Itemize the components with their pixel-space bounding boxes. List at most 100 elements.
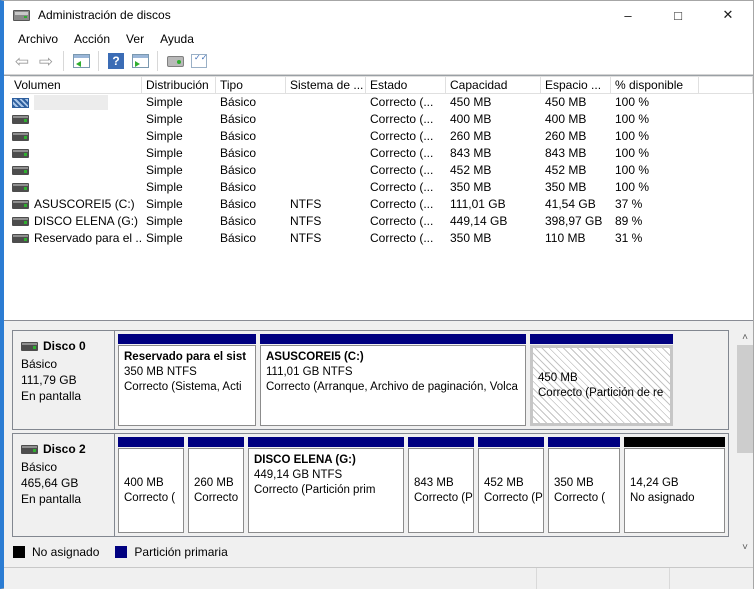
status-section [670,568,753,589]
maximize-button[interactable]: □ [653,1,703,29]
column-header-disponible[interactable]: % disponible [611,76,699,93]
disk-name: Disco 0 [43,339,86,353]
window-controls: – □ ✕ [603,1,753,29]
disk-volume-icon [12,200,29,209]
title-bar: Administración de discos – □ ✕ [4,1,753,29]
console-tree-panel-icon [73,54,90,68]
disk-status: En pantalla [21,491,114,507]
status-section [537,568,670,589]
scrollbar-track[interactable] [737,453,753,539]
partition-unallocated[interactable]: 14,24 GB No asignado [624,437,725,533]
table-row[interactable]: Simple Básico Correcto (... 260 MB 260 M… [10,128,753,145]
disk-icon [21,445,38,454]
toolbar: ⇦ ⇨ ? ✓✓ [4,48,753,75]
disk-icon [21,342,38,351]
disk-0-row: Disco 0 Básico 111,79 GB En pantalla Res… [12,330,729,430]
disk-volume-icon [12,132,29,141]
partition-260mb[interactable]: 260 MB Correcto [188,437,244,533]
status-section [4,568,537,589]
back-button[interactable]: ⇦ [10,50,34,72]
column-header-capacidad[interactable]: Capacidad [446,76,541,93]
console-tree-toggle-button[interactable] [69,50,93,72]
table-row[interactable]: Simple Básico Correcto (... 350 MB 350 M… [10,179,753,196]
disk-2-partitions: 400 MB Correcto ( 260 MB Correcto DISCO … [115,434,728,536]
column-header-volumen[interactable]: Volumen [10,76,142,93]
column-header-tipo[interactable]: Tipo [216,76,286,93]
scrollbar-thumb[interactable] [737,345,753,453]
menu-archivo[interactable]: Archivo [10,32,66,46]
legend-item-particion-primaria: Partición primaria [115,545,227,559]
disk-0-partitions: Reservado para el sist 350 MB NTFS Corre… [115,331,728,429]
menu-bar: Archivo Acción Ver Ayuda [4,29,753,48]
popup-window-icon [167,56,184,67]
menu-accion[interactable]: Acción [66,32,118,46]
legend-item-no-asignado: No asignado [13,545,99,559]
back-arrow-icon: ⇦ [15,53,29,70]
primary-partition-bar [478,437,544,447]
disk-2-row: Disco 2 Básico 465,64 GB En pantalla 400… [12,433,729,537]
action-pane-panel-icon [132,54,149,68]
menu-ver[interactable]: Ver [118,32,152,46]
forward-arrow-icon: ⇨ [39,53,53,70]
help-icon: ? [108,53,124,69]
disk-size: 465,64 GB [21,475,114,491]
partition-disco-elena-g[interactable]: DISCO ELENA (G:) 449,14 GB NTFS Correcto… [248,437,404,533]
empty-disk-space [677,334,725,426]
vertical-scrollbar[interactable]: ˄ ˅ [737,329,753,555]
window-title: Administración de discos [38,8,171,22]
volume-table-header: Volumen Distribución Tipo Sistema de ...… [10,76,753,94]
disk-type: Básico [21,356,114,372]
table-row[interactable]: Simple Básico Correcto (... 450 MB 450 M… [10,94,753,111]
help-button[interactable]: ? [104,50,128,72]
disk-volume-icon [12,234,29,243]
action-pane-toggle-button[interactable] [128,50,152,72]
partition-400mb[interactable]: 400 MB Correcto ( [118,437,184,533]
column-header-estado[interactable]: Estado [366,76,446,93]
disk-volume-icon [12,166,29,175]
disk-drive-app-icon [13,10,30,21]
primary-partition-bar [248,437,404,447]
close-button[interactable]: ✕ [703,1,753,29]
primary-partition-bar [408,437,474,447]
partition-reservado-sistema[interactable]: Reservado para el sist 350 MB NTFS Corre… [118,334,256,426]
disk-graph-pane: Disco 0 Básico 111,79 GB En pantalla Res… [4,320,753,567]
toolbar-separator [63,51,64,71]
table-row[interactable]: ASUSCOREI5 (C:) Simple Básico NTFS Corre… [10,196,753,213]
toolbar-separator [157,51,158,71]
legend-label: Partición primaria [134,545,227,559]
checklist-icon: ✓✓ [191,54,207,68]
partition-hatched-icon [12,98,29,108]
disk-2-label[interactable]: Disco 2 Básico 465,64 GB En pantalla [13,434,115,536]
scroll-down-icon[interactable]: ˅ [737,539,753,555]
volume-list-pane: Volumen Distribución Tipo Sistema de ...… [4,75,753,320]
unallocated-swatch [13,546,25,558]
legend: No asignado Partición primaria [12,545,729,559]
popup-view-button[interactable] [163,50,187,72]
disk-0-label[interactable]: Disco 0 Básico 111,79 GB En pantalla [13,331,115,429]
minimize-button[interactable]: – [603,1,653,29]
partition-452mb[interactable]: 452 MB Correcto (P [478,437,544,533]
primary-partition-swatch [115,546,127,558]
table-row[interactable]: Simple Básico Correcto (... 843 MB 843 M… [10,145,753,162]
partition-asuscorei5-c[interactable]: ASUSCOREI5 (C:) 111,01 GB NTFS Correcto … [260,334,526,426]
status-bar [4,567,753,589]
properties-button[interactable]: ✓✓ [187,50,211,72]
disk-name: Disco 2 [43,442,86,456]
table-row[interactable]: DISCO ELENA (G:) Simple Básico NTFS Corr… [10,213,753,230]
primary-partition-bar [188,437,244,447]
table-row[interactable]: Simple Básico Correcto (... 400 MB 400 M… [10,111,753,128]
disk-size: 111,79 GB [21,372,114,388]
table-row[interactable]: Reservado para el ... Simple Básico NTFS… [10,230,753,247]
partition-843mb[interactable]: 843 MB Correcto (Pa [408,437,474,533]
menu-ayuda[interactable]: Ayuda [152,32,202,46]
disk-volume-icon [12,217,29,226]
legend-label: No asignado [32,545,99,559]
partition-350mb[interactable]: 350 MB Correcto ( [548,437,620,533]
partition-recovery-450mb-selected[interactable]: 450 MB Correcto (Partición de re [530,334,673,426]
column-header-distribucion[interactable]: Distribución [142,76,216,93]
table-row[interactable]: Simple Básico Correcto (... 452 MB 452 M… [10,162,753,179]
column-header-sistema[interactable]: Sistema de ... [286,76,366,93]
scroll-up-icon[interactable]: ˄ [737,329,753,345]
column-header-espacio[interactable]: Espacio ... [541,76,611,93]
forward-button[interactable]: ⇨ [34,50,58,72]
